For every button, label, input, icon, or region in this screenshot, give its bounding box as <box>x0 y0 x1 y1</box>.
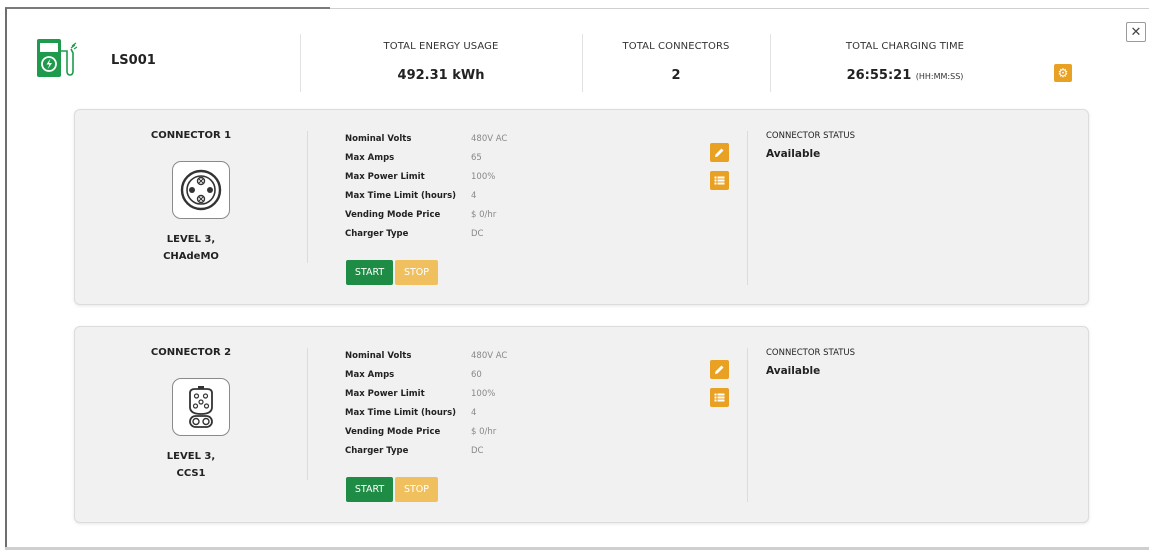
stat-total-energy: TOTAL ENERGY USAGE 492.31 kWh <box>343 41 539 83</box>
header-divider <box>582 34 583 92</box>
spec-value: $ 0/hr <box>471 427 497 437</box>
connector-level: LEVEL 3, <box>166 234 216 245</box>
stop-button[interactable]: STOP <box>395 260 438 285</box>
list-icon <box>714 176 725 185</box>
spec-row: Max Time Limit (hours) 4 <box>345 408 507 427</box>
spec-value: 480V AC <box>471 134 508 144</box>
stat-value: 492.31 kWh <box>397 68 485 83</box>
list-icon <box>714 393 725 402</box>
stop-button[interactable]: STOP <box>395 477 438 502</box>
ev-charging-station-icon <box>36 37 78 79</box>
spec-label: Charger Type <box>345 446 409 456</box>
station-id: LS001 <box>111 53 156 68</box>
stat-value: 26:55:21 (HH:MM:SS) <box>800 68 1010 83</box>
stat-label: TOTAL CHARGING TIME <box>845 41 965 52</box>
list-button[interactable] <box>710 388 729 407</box>
settings-button[interactable]: ⚙ <box>1054 64 1072 82</box>
pencil-icon <box>715 365 724 374</box>
start-button[interactable]: START <box>346 260 393 285</box>
connector-status-label: CONNECTOR STATUS <box>766 348 856 358</box>
stat-label: TOTAL CONNECTORS <box>622 41 730 52</box>
connector-type: LEVEL 3, CCS1 <box>75 448 307 482</box>
spec-row: Vending Mode Price $ 0/hr <box>345 210 507 229</box>
spec-value: 100% <box>471 389 496 399</box>
spec-row: Max Amps 60 <box>345 370 507 389</box>
connector-standard: CCS1 <box>176 468 206 479</box>
header-divider <box>770 34 771 92</box>
header-divider <box>300 34 301 92</box>
stat-value: 2 <box>671 68 681 83</box>
card-divider <box>307 348 308 480</box>
stat-label: TOTAL ENERGY USAGE <box>383 41 499 52</box>
connector-specs: Nominal Volts 480V AC Max Amps 60 Max Powe… <box>345 351 507 465</box>
spec-label: Vending Mode Price <box>345 210 441 220</box>
spec-row: Max Power Limit 100% <box>345 389 507 408</box>
list-button[interactable] <box>710 171 729 190</box>
spec-row: Max Time Limit (hours) 4 <box>345 191 507 210</box>
spec-row: Nominal Volts 480V AC <box>345 351 507 370</box>
edit-button[interactable] <box>710 143 729 162</box>
chademo-plug-icon <box>172 161 230 219</box>
spec-label: Max Power Limit <box>345 389 425 399</box>
spec-row: Charger Type DC <box>345 229 507 248</box>
spec-value: 4 <box>471 191 477 201</box>
charging-time-value: 26:55:21 <box>846 68 912 83</box>
card-divider <box>307 131 308 263</box>
spec-value: 4 <box>471 408 477 418</box>
start-button[interactable]: START <box>346 477 393 502</box>
stat-total-connectors: TOTAL CONNECTORS 2 <box>588 41 764 83</box>
connector-card: CONNECTOR 1 LEVEL 3, CHAdeMO Nominal Vol… <box>74 109 1089 305</box>
spec-value: 60 <box>471 370 482 380</box>
spec-label: Charger Type <box>345 229 409 239</box>
close-icon: ✕ <box>1130 24 1142 40</box>
connector-title: CONNECTOR 2 <box>150 347 232 358</box>
connector-level: LEVEL 3, <box>166 451 216 462</box>
spec-value: 100% <box>471 172 496 182</box>
connector-status-label: CONNECTOR STATUS <box>766 131 856 141</box>
spec-row: Charger Type DC <box>345 446 507 465</box>
connector-status-value: Available <box>766 365 821 377</box>
connector-title: CONNECTOR 1 <box>150 130 232 141</box>
card-divider <box>747 348 748 502</box>
spec-label: Max Amps <box>345 153 395 163</box>
connector-card: CONNECTOR 2 LEVEL 3, CCS1 Nominal Volts 4… <box>74 326 1089 523</box>
stat-total-charging-time: TOTAL CHARGING TIME 26:55:21 (HH:MM:SS) <box>800 41 1010 83</box>
card-divider <box>747 131 748 285</box>
spec-label: Vending Mode Price <box>345 427 441 437</box>
spec-label: Max Amps <box>345 370 395 380</box>
spec-row: Max Power Limit 100% <box>345 172 507 191</box>
spec-row: Max Amps 65 <box>345 153 507 172</box>
connector-standard: CHAdeMO <box>163 251 219 262</box>
close-button[interactable]: ✕ <box>1126 22 1146 42</box>
ccs1-plug-icon <box>172 378 230 436</box>
pencil-icon <box>715 148 724 157</box>
spec-label: Max Time Limit (hours) <box>345 191 457 201</box>
spec-label: Max Time Limit (hours) <box>345 408 457 418</box>
spec-value: DC <box>471 229 484 239</box>
connector-specs: Nominal Volts 480V AC Max Amps 65 Max Powe… <box>345 134 507 248</box>
spec-label: Nominal Volts <box>345 134 412 144</box>
modal-top-shadow <box>5 7 330 9</box>
spec-value: 65 <box>471 153 482 163</box>
spec-label: Max Power Limit <box>345 172 425 182</box>
spec-value: $ 0/hr <box>471 210 497 220</box>
modal-left-border <box>5 8 7 550</box>
connector-status-value: Available <box>766 148 821 160</box>
gear-icon: ⚙ <box>1057 66 1069 80</box>
connector-type: LEVEL 3, CHAdeMO <box>75 231 307 265</box>
spec-row: Vending Mode Price $ 0/hr <box>345 427 507 446</box>
charging-time-unit: (HH:MM:SS) <box>915 72 964 81</box>
spec-label: Nominal Volts <box>345 351 412 361</box>
spec-value: DC <box>471 446 484 456</box>
spec-row: Nominal Volts 480V AC <box>345 134 507 153</box>
spec-value: 480V AC <box>471 351 508 361</box>
edit-button[interactable] <box>710 360 729 379</box>
